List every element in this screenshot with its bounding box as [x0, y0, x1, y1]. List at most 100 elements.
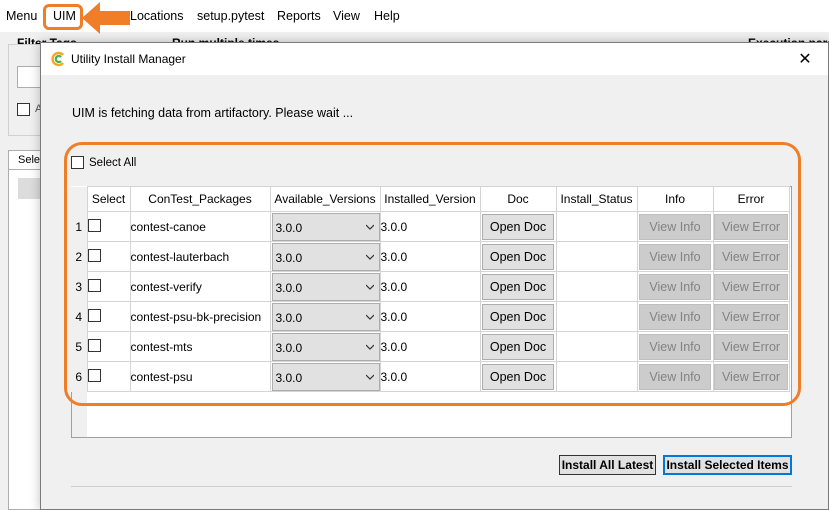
available-versions-dropdown[interactable]: 3.0.0 [271, 302, 380, 331]
footer-divider [71, 486, 792, 487]
available-versions-cell: 3.0.0 [269, 301, 381, 332]
open-doc-button[interactable]: Open Doc [482, 333, 554, 360]
open-doc-button[interactable]: Open Doc [482, 363, 554, 390]
select-cell [86, 331, 131, 362]
info-cell: View Info [636, 361, 714, 392]
dialog-title: Utility Install Manager [71, 52, 186, 66]
error-cell: View Error [712, 331, 790, 362]
table-row: 2 contest-lauterbach 3.0.0 3.0.0 Open Doc Vie… [71, 241, 790, 272]
chevron-down-icon [365, 284, 374, 290]
view-info-button[interactable]: View Info [639, 333, 711, 360]
view-error-button[interactable]: View Error [714, 303, 788, 330]
error-cell: View Error [712, 301, 790, 332]
view-error-button[interactable]: View Error [714, 273, 788, 300]
available-versions-dropdown[interactable]: 3.0.0 [271, 332, 380, 361]
open-doc-button[interactable]: Open Doc [482, 303, 554, 330]
installed-version: 3.0.0 [379, 301, 481, 332]
info-cell: View Info [636, 331, 714, 362]
install-status [555, 361, 638, 392]
info-cell: View Info [636, 241, 714, 272]
select-all-checkbox[interactable]: Select All [71, 156, 136, 169]
select-all-box[interactable] [71, 156, 84, 169]
error-cell: View Error [712, 361, 790, 392]
selected-version: 3.0.0 [275, 220, 303, 235]
selected-version: 3.0.0 [275, 370, 303, 385]
install-status [555, 301, 638, 332]
menu-help[interactable]: Help [374, 9, 400, 23]
menu-reports[interactable]: Reports [277, 9, 321, 23]
menu-setup-pytest[interactable]: setup.pytest [197, 9, 264, 23]
view-info-button[interactable]: View Info [639, 213, 711, 240]
install-all-latest-button[interactable]: Install All Latest [559, 455, 656, 475]
package-name: contest-lauterbach [129, 241, 271, 272]
menu-locations[interactable]: Locations [130, 9, 184, 23]
open-doc-button[interactable]: Open Doc [482, 213, 554, 240]
table-row: 3 contest-verify 3.0.0 3.0.0 Open Doc View In… [71, 271, 790, 302]
install-status [555, 331, 638, 362]
view-error-button[interactable]: View Error [714, 243, 788, 270]
column-header-doc: Doc [479, 186, 557, 212]
close-icon: ✕ [798, 51, 812, 68]
available-versions-cell: 3.0.0 [269, 271, 381, 302]
available-versions-cell: 3.0.0 [269, 211, 381, 242]
view-error-button[interactable]: View Error [714, 333, 788, 360]
info-cell: View Info [636, 211, 714, 242]
row-select-checkbox[interactable] [87, 338, 101, 352]
available-versions-cell: 3.0.0 [269, 241, 381, 272]
dialog-titlebar: Utility Install Manager ✕ [41, 43, 828, 75]
utility-install-manager-dialog: Utility Install Manager ✕ UIM is fetchin… [40, 42, 829, 510]
doc-cell: Open Doc [479, 361, 557, 392]
open-doc-button[interactable]: Open Doc [482, 273, 554, 300]
close-button[interactable]: ✕ [782, 43, 828, 75]
menu-view[interactable]: View [333, 9, 360, 23]
row-select-checkbox[interactable] [87, 308, 101, 322]
app-logo-icon [51, 51, 64, 67]
column-header-info: Info [636, 186, 714, 212]
row-select-checkbox[interactable] [87, 248, 101, 262]
open-doc-button[interactable]: Open Doc [482, 243, 554, 270]
view-error-button[interactable]: View Error [714, 213, 788, 240]
bg-checkbox[interactable] [17, 103, 30, 116]
view-error-button[interactable]: View Error [714, 363, 788, 390]
available-versions-dropdown[interactable]: 3.0.0 [271, 212, 380, 241]
error-cell: View Error [712, 271, 790, 302]
available-versions-dropdown[interactable]: 3.0.0 [271, 362, 380, 391]
install-selected-items-button[interactable]: Install Selected Items [663, 455, 792, 475]
install-status [555, 211, 638, 242]
chevron-down-icon [365, 254, 374, 260]
view-info-button[interactable]: View Info [639, 243, 711, 270]
available-versions-dropdown[interactable]: 3.0.0 [271, 242, 380, 271]
available-versions-cell: 3.0.0 [269, 361, 381, 392]
select-cell [86, 211, 131, 242]
install-status [555, 271, 638, 302]
view-info-button[interactable]: View Info [639, 363, 711, 390]
available-versions-dropdown[interactable]: 3.0.0 [271, 272, 380, 301]
view-info-button[interactable]: View Info [639, 303, 711, 330]
row-select-checkbox[interactable] [87, 278, 101, 292]
menu-menu[interactable]: Menu [6, 9, 37, 23]
info-cell: View Info [636, 271, 714, 302]
table-row: 5 contest-mts 3.0.0 3.0.0 Open Doc View Info V… [71, 331, 790, 362]
view-info-button[interactable]: View Info [639, 273, 711, 300]
selected-version: 3.0.0 [275, 310, 303, 325]
select-cell [86, 271, 131, 302]
installed-version: 3.0.0 [379, 361, 481, 392]
row-select-checkbox[interactable] [87, 218, 101, 232]
chevron-down-icon [365, 344, 374, 350]
error-cell: View Error [712, 241, 790, 272]
bg-toolbar-strip [18, 178, 42, 199]
installed-version: 3.0.0 [379, 271, 481, 302]
table-row: 4 contest-psu-bk-precision 3.0.0 3.0.0 Open … [71, 301, 790, 332]
info-cell: View Info [636, 301, 714, 332]
installed-version: 3.0.0 [379, 331, 481, 362]
select-cell [86, 301, 131, 332]
selected-version: 3.0.0 [275, 250, 303, 265]
row-header-corner [71, 186, 88, 212]
row-select-checkbox[interactable] [87, 368, 101, 382]
chevron-down-icon [365, 374, 374, 380]
column-header-installed-version: Installed_Version [379, 186, 481, 212]
row-number: 2 [71, 241, 88, 272]
available-versions-cell: 3.0.0 [269, 331, 381, 362]
package-name: contest-mts [129, 331, 271, 362]
doc-cell: Open Doc [479, 271, 557, 302]
